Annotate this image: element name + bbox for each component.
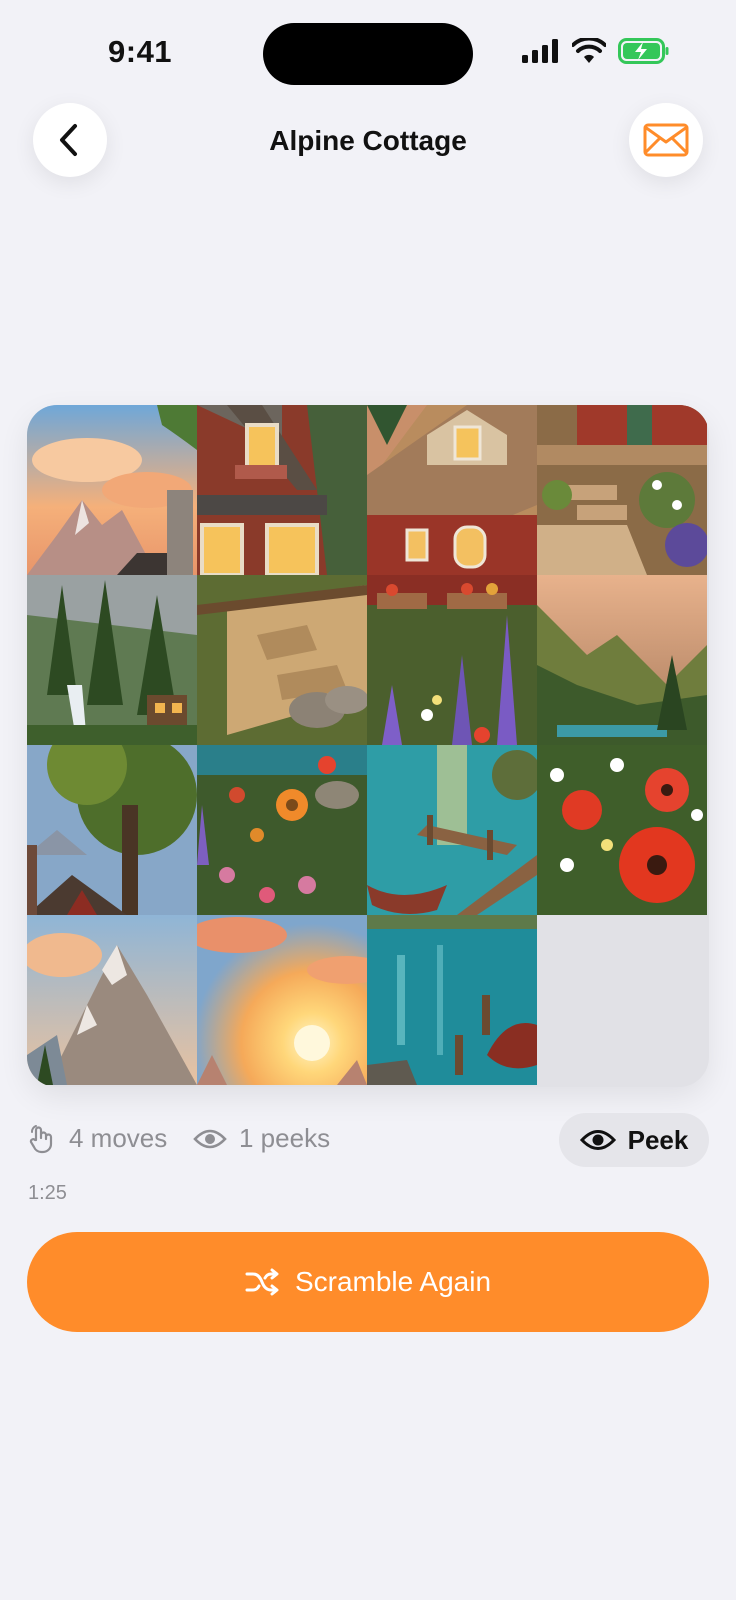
- wifi-icon: [572, 38, 606, 63]
- moves-counter: 4 moves: [27, 1123, 167, 1154]
- peeks-counter: 1 peeks: [193, 1123, 330, 1154]
- battery-charging-icon: [618, 38, 669, 64]
- eye-icon: [579, 1130, 616, 1150]
- puzzle-tile[interactable]: [367, 915, 537, 1085]
- puzzle-tile[interactable]: [197, 405, 367, 575]
- puzzle-tile[interactable]: [27, 745, 197, 915]
- scramble-button-label: Scramble Again: [294, 1266, 492, 1297]
- puzzle-tile[interactable]: [197, 575, 367, 745]
- scramble-again-button[interactable]: Scramble Again: [27, 1232, 709, 1332]
- hand-tap-icon: [29, 1124, 53, 1153]
- puzzle-tile[interactable]: [537, 405, 707, 575]
- puzzle-tile[interactable]: [197, 915, 367, 1085]
- eye-icon: [193, 1129, 227, 1148]
- shuffle-icon: [245, 1268, 279, 1296]
- puzzle-tile[interactable]: [367, 745, 537, 915]
- puzzle-tile[interactable]: [537, 745, 707, 915]
- puzzle-tile[interactable]: [197, 745, 367, 915]
- stats-row: 4 moves 1 peeks Peek: [27, 1113, 709, 1169]
- peek-button-label: Peek: [627, 1124, 689, 1155]
- status-icons: [522, 38, 670, 64]
- dynamic-island: [263, 23, 473, 85]
- puzzle-tile[interactable]: [367, 405, 537, 575]
- puzzle-board: [27, 405, 709, 1087]
- mail-button[interactable]: [629, 103, 703, 177]
- navigation-bar: Alpine Cottage: [0, 103, 736, 179]
- peeks-count: 1 peeks: [239, 1123, 331, 1153]
- puzzle-tile[interactable]: [27, 575, 197, 745]
- moves-count: 4 moves: [69, 1123, 168, 1153]
- puzzle-tile[interactable]: [367, 575, 537, 745]
- envelope-icon: [643, 123, 689, 157]
- status-time: 9:41: [108, 34, 173, 69]
- elapsed-timer: 1:25: [28, 1182, 67, 1204]
- signal-icon: [522, 39, 558, 63]
- page-title: Alpine Cottage: [269, 125, 467, 156]
- status-bar: 9:41: [0, 0, 736, 100]
- peek-button[interactable]: Peek: [559, 1113, 709, 1167]
- puzzle-tile[interactable]: [27, 405, 197, 575]
- puzzle-tile[interactable]: [27, 915, 197, 1085]
- puzzle-tile[interactable]: [537, 575, 707, 745]
